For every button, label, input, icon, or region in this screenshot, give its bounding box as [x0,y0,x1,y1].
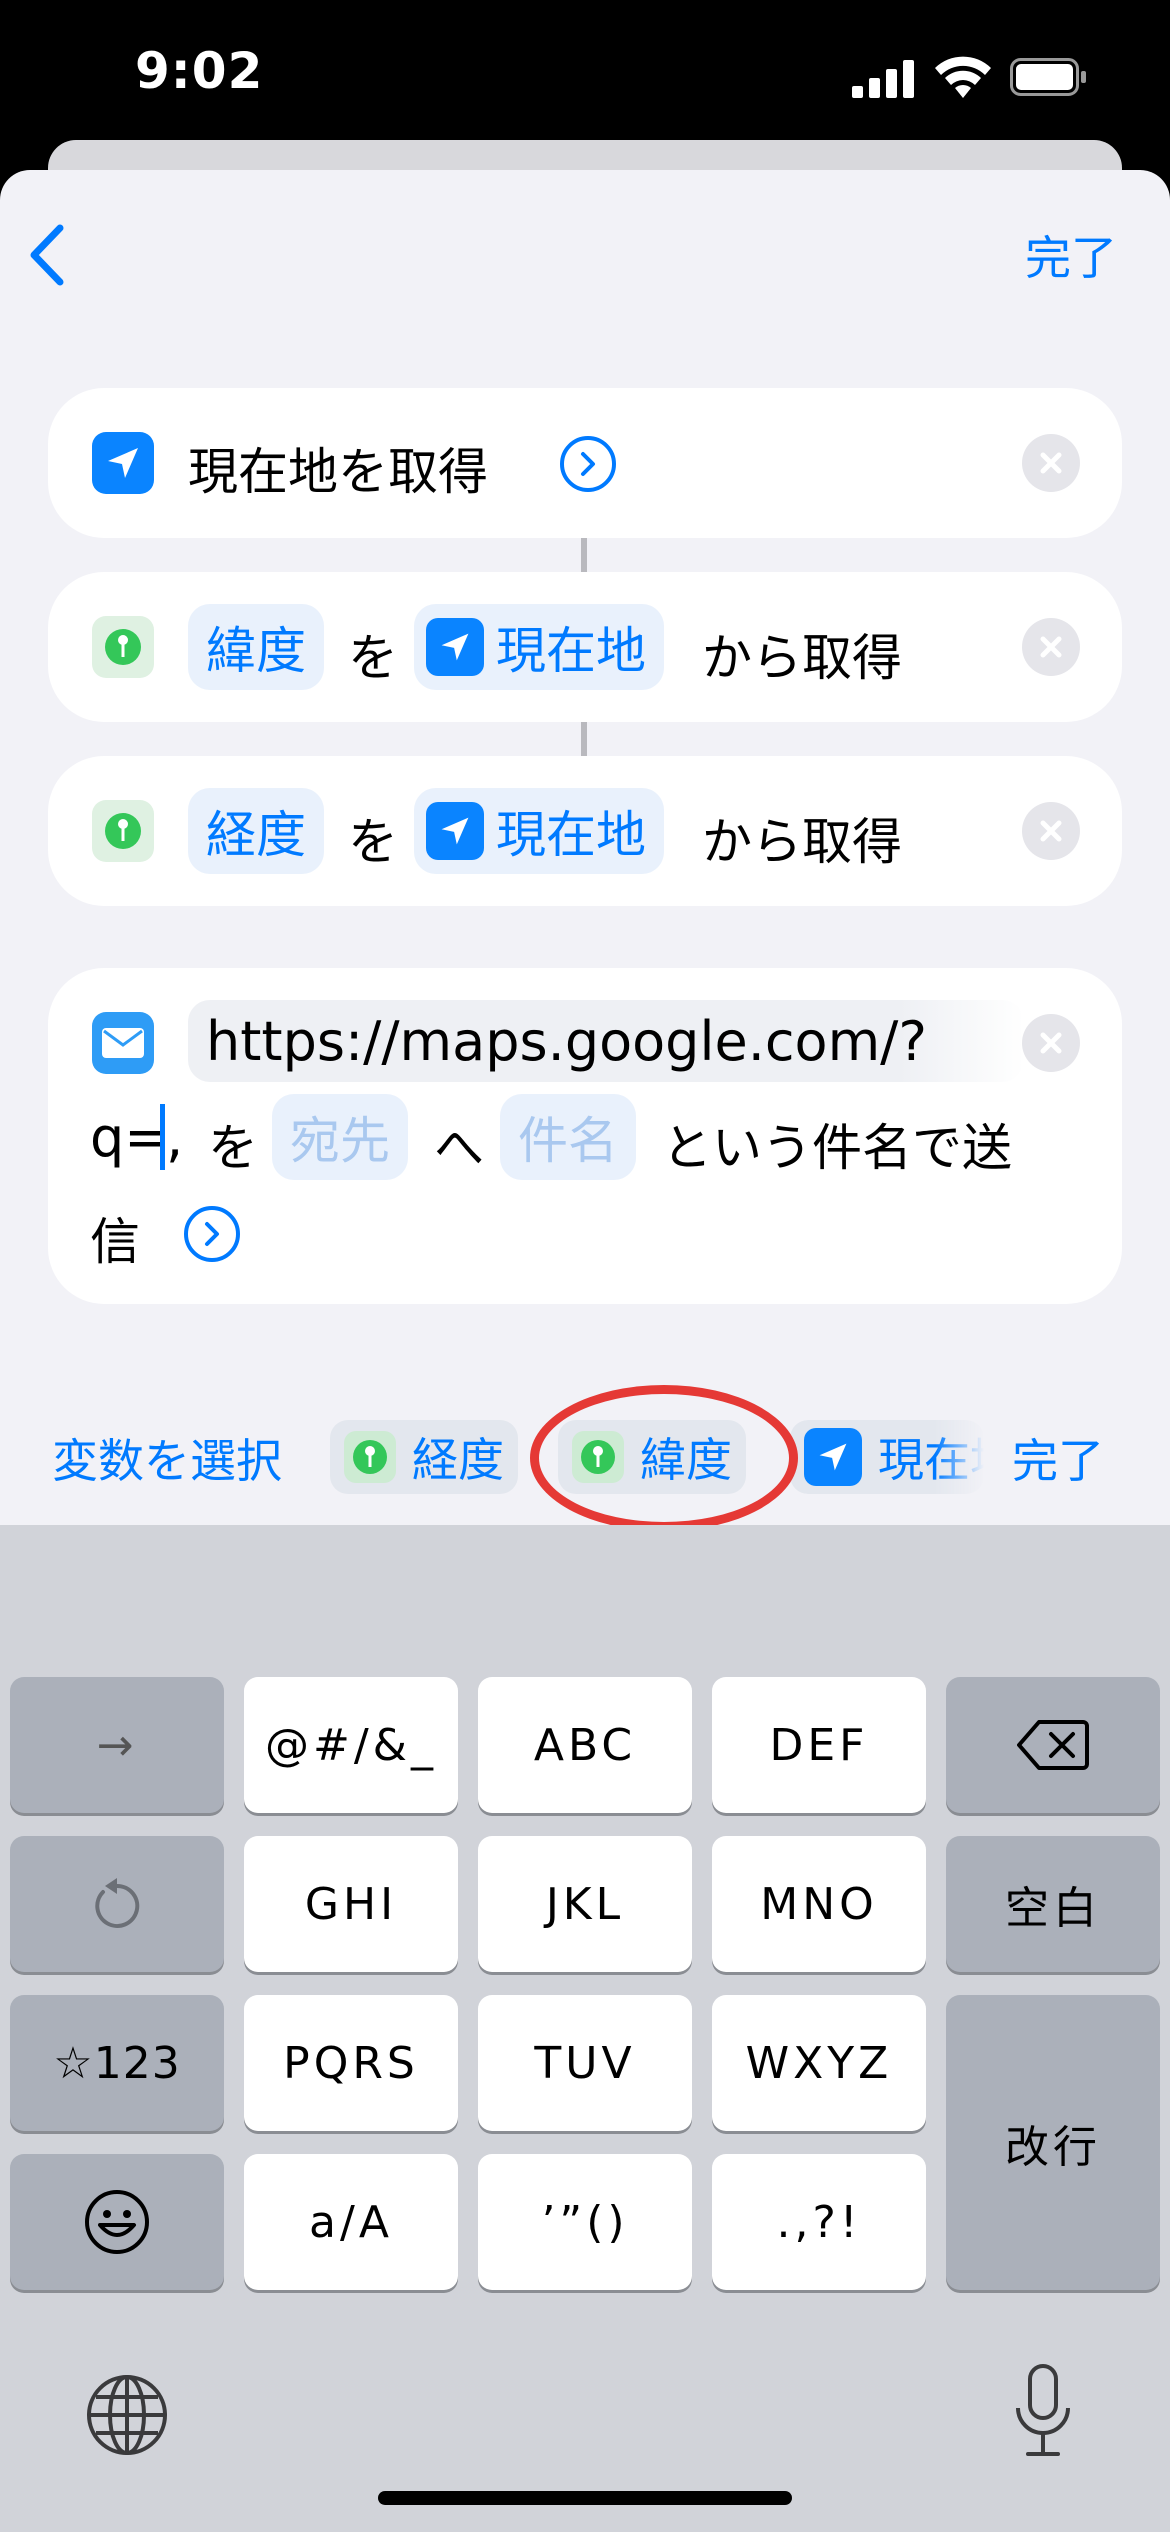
location-arrow-icon [426,618,484,676]
return-key[interactable]: 改行 [946,1995,1160,2290]
current-location-chip[interactable]: 現在地 [414,788,664,874]
home-indicator [378,2491,792,2505]
location-arrow-icon [804,1428,862,1486]
expand-arrow-icon[interactable] [560,436,616,492]
key-tuv[interactable]: TUV [478,1995,692,2131]
numbers-key[interactable]: ☆123 [10,1995,224,2131]
latitude-chip[interactable]: 緯度 [188,604,324,690]
key-wxyz[interactable]: WXYZ [712,1995,926,2131]
connector-line [581,538,587,572]
chip-label: 現在地 [496,806,646,864]
key-quotes[interactable]: ’”() [478,2154,692,2290]
particle-text: を [348,813,398,871]
suffix-text: から取得 [702,629,902,687]
remove-action-button[interactable] [1022,802,1080,860]
particle-text: を [208,1119,258,1177]
chip-label: 現在地 [496,622,646,680]
status-time: 9:02 [135,42,264,100]
subject-suffix-text: という件名で送 [662,1119,1012,1177]
action-title: 現在地を取得 [188,443,488,501]
mail-icon [92,1012,154,1074]
undo-icon [95,1878,140,1928]
url-field[interactable]: https://maps.google.com/? [188,1000,1024,1082]
select-variable-button[interactable]: 変数を選択 [52,1425,282,1491]
backspace-icon [1017,1720,1089,1770]
key-case-toggle[interactable]: a/A [244,2154,458,2290]
comma-text: , [166,1106,184,1169]
key-punctuation[interactable]: .,?! [712,2154,926,2290]
longitude-chip[interactable]: 経度 [188,788,324,874]
recipient-field[interactable]: 宛先 [272,1094,408,1180]
remove-action-button[interactable] [1022,434,1080,492]
url-text-cont[interactable]: q= [90,1106,170,1169]
expand-arrow-icon[interactable] [184,1206,240,1262]
map-pin-icon [344,1431,396,1483]
battery-icon [1010,58,1086,96]
subject-suffix-cont: 信 [90,1213,140,1271]
microphone-icon[interactable] [1008,2362,1078,2462]
chip-label: 経度 [412,1433,504,1487]
connector-line [581,722,587,756]
subject-field[interactable]: 件名 [500,1094,636,1180]
variable-chip-current-location[interactable]: 現在地 [790,1420,984,1494]
key-jkl[interactable]: JKL [478,1836,692,1972]
remove-action-button[interactable] [1022,1014,1080,1072]
emoji-key[interactable] [10,2154,224,2290]
suffix-text: から取得 [702,813,902,871]
key-abc[interactable]: ABC [478,1677,692,1813]
back-chevron-icon[interactable] [22,220,72,290]
backspace-key[interactable] [946,1677,1160,1813]
key-pqrs[interactable]: PQRS [244,1995,458,2131]
globe-icon[interactable] [82,2370,172,2460]
key-symbols[interactable]: @#/&_ [244,1677,458,1813]
key-mno[interactable]: MNO [712,1836,926,1972]
highlight-circle [530,1385,798,1531]
key-ghi[interactable]: GHI [244,1836,458,1972]
to-particle-text: へ [434,1119,484,1177]
location-arrow-icon [92,432,154,494]
variable-chip-longitude[interactable]: 経度 [330,1420,518,1494]
cellular-signal-icon [852,60,914,98]
key-arrow[interactable]: → [10,1677,224,1813]
varbar-done-button[interactable]: 完了 [1012,1425,1104,1491]
done-button[interactable]: 完了 [1025,222,1117,288]
emoji-icon [85,2190,149,2254]
map-pin-icon [92,800,154,862]
current-location-chip[interactable]: 現在地 [414,604,664,690]
wifi-icon [935,56,991,98]
undo-key[interactable] [10,1836,224,1972]
chip-label: 現在地 [878,1433,984,1487]
particle-text: を [348,629,398,687]
map-pin-icon [92,616,154,678]
space-key[interactable]: 空白 [946,1836,1160,1972]
location-arrow-icon [426,802,484,860]
key-def[interactable]: DEF [712,1677,926,1813]
remove-action-button[interactable] [1022,618,1080,676]
text-cursor [160,1104,165,1170]
